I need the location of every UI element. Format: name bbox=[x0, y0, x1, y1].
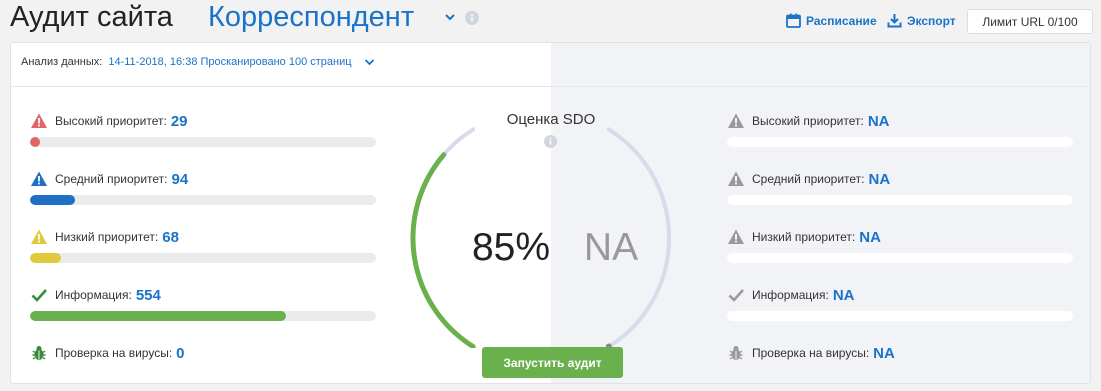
issue-label: Средний приоритет: bbox=[752, 172, 865, 186]
progress-bar bbox=[727, 311, 1073, 321]
issue-medium: Средний приоритет: 94 bbox=[30, 169, 380, 205]
issue-count[interactable]: 68 bbox=[162, 229, 179, 246]
issue-label: Низкий приоритет: bbox=[752, 230, 856, 244]
issue-count[interactable]: 94 bbox=[172, 171, 189, 188]
calendar-icon bbox=[786, 13, 801, 28]
chevron-down-icon[interactable] bbox=[444, 12, 456, 22]
warning-triangle-icon bbox=[31, 171, 47, 186]
progress-fill bbox=[30, 311, 287, 321]
issue-count[interactable]: 0 bbox=[176, 345, 184, 362]
page-title: Аудит сайта bbox=[10, 1, 173, 33]
bug-icon bbox=[729, 346, 743, 360]
schedule-link[interactable]: Расписание bbox=[786, 13, 877, 28]
error-triangle-icon bbox=[31, 113, 47, 128]
comparison-issue-low: Низкий приоритет: NA bbox=[727, 227, 1077, 263]
progress-bar bbox=[30, 253, 376, 263]
progress-bar bbox=[30, 137, 376, 147]
export-link[interactable]: Экспорт bbox=[887, 13, 956, 28]
issue-label: Низкий приоритет: bbox=[55, 230, 159, 244]
issue-count[interactable]: NA bbox=[873, 345, 895, 362]
page-header: Аудит сайта Корреспондент Расписание Экс… bbox=[0, 0, 1101, 40]
issue-low: Низкий приоритет: 68 bbox=[30, 227, 380, 263]
divider bbox=[551, 86, 1090, 87]
issue-label: Информация: bbox=[55, 288, 132, 302]
comparison-issue-virus: Проверка на вирусы: NA bbox=[727, 343, 1077, 363]
issue-count[interactable]: NA bbox=[869, 171, 891, 188]
score-comparison: NA bbox=[583, 226, 639, 269]
chevron-down-icon[interactable] bbox=[364, 58, 375, 66]
progress-bar bbox=[727, 253, 1073, 263]
issue-count[interactable]: NA bbox=[859, 229, 881, 246]
info-icon[interactable] bbox=[544, 135, 557, 148]
gauge-title: Оценка SDO bbox=[506, 111, 596, 128]
export-label: Экспорт bbox=[907, 13, 956, 28]
issue-label: Информация: bbox=[752, 288, 829, 302]
bug-icon bbox=[32, 346, 46, 360]
progress-bar bbox=[727, 137, 1073, 147]
issue-label: Высокий приоритет: bbox=[55, 114, 167, 128]
analysis-value[interactable]: 14-11-2018, 16:38 Просканировано 100 стр… bbox=[108, 56, 351, 68]
comparison-issue-info: Информация: NA bbox=[727, 285, 1077, 321]
issue-count[interactable]: NA bbox=[868, 113, 890, 130]
progress-fill bbox=[30, 253, 62, 263]
url-limit-button[interactable]: Лимит URL 0/100 bbox=[967, 9, 1093, 34]
audit-panel: Анализ данных: 14-11-2018, 16:38 Проскан… bbox=[10, 42, 1091, 384]
score-percent: 85% bbox=[471, 226, 551, 269]
issue-count[interactable]: 29 bbox=[171, 113, 188, 130]
analysis-bar: Анализ данных: 14-11-2018, 16:38 Проскан… bbox=[11, 43, 551, 87]
progress-bar bbox=[30, 195, 376, 205]
download-icon bbox=[887, 14, 902, 28]
comparison-issue-high: Высокий приоритет: NA bbox=[727, 111, 1077, 147]
check-icon bbox=[31, 289, 47, 302]
issue-label: Высокий приоритет: bbox=[752, 114, 864, 128]
warning-triangle-icon bbox=[728, 171, 744, 186]
progress-fill bbox=[30, 137, 41, 147]
issue-label: Проверка на вирусы: bbox=[752, 346, 870, 360]
info-icon[interactable] bbox=[465, 11, 479, 25]
progress-fill bbox=[30, 195, 75, 205]
notice-triangle-icon bbox=[728, 229, 744, 244]
issue-high: Высокий приоритет: 29 bbox=[30, 111, 380, 147]
check-icon bbox=[728, 289, 744, 302]
notice-triangle-icon bbox=[31, 229, 47, 244]
progress-bar bbox=[30, 311, 376, 321]
comparison-issue-medium: Средний приоритет: NA bbox=[727, 169, 1077, 205]
error-triangle-icon bbox=[728, 113, 744, 128]
issue-count[interactable]: 554 bbox=[136, 287, 161, 304]
issue-label: Средний приоритет: bbox=[55, 172, 168, 186]
issue-virus: Проверка на вирусы: 0 bbox=[30, 343, 380, 363]
score-gauge bbox=[410, 127, 672, 348]
issue-label: Проверка на вирусы: bbox=[55, 346, 173, 360]
run-audit-button[interactable]: Запустить аудит bbox=[482, 347, 623, 378]
issue-count[interactable]: NA bbox=[833, 287, 855, 304]
schedule-label: Расписание bbox=[806, 13, 877, 28]
progress-bar bbox=[727, 195, 1073, 205]
project-name[interactable]: Корреспондент bbox=[208, 0, 414, 34]
analysis-label: Анализ данных: bbox=[21, 56, 103, 68]
issue-info: Информация: 554 bbox=[30, 285, 380, 321]
